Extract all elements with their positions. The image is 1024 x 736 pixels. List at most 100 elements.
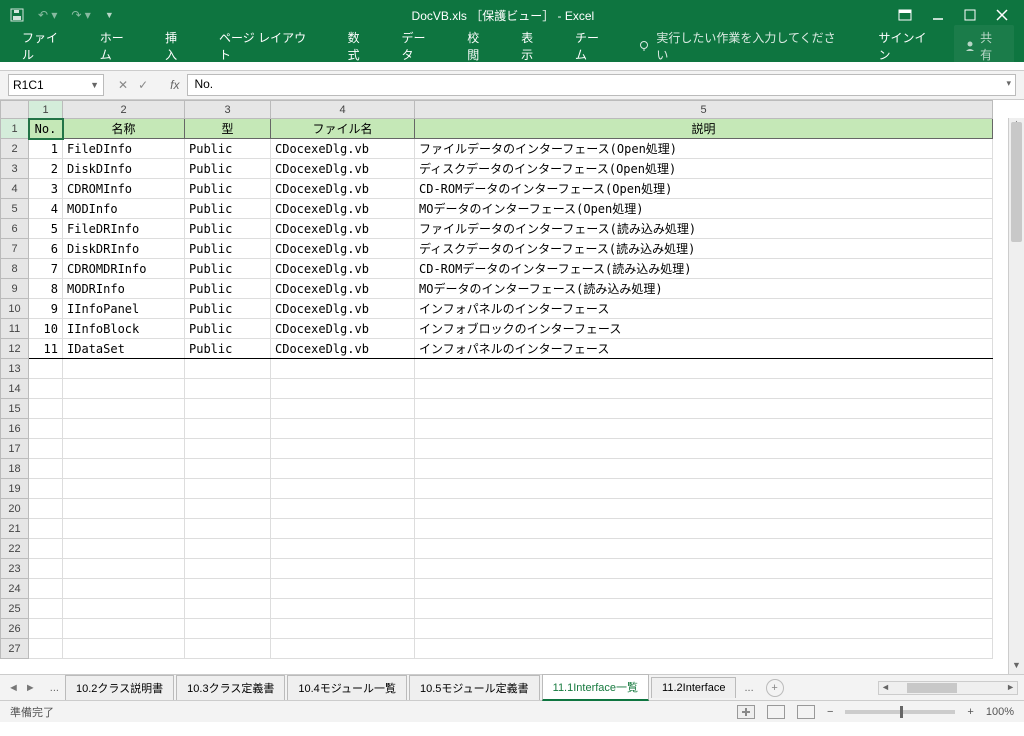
row-header[interactable]: 4 — [1, 179, 29, 199]
cell[interactable] — [415, 619, 993, 639]
cell[interactable]: 説明 — [415, 119, 993, 139]
tab-home[interactable]: ホーム — [88, 23, 147, 69]
cell[interactable] — [29, 519, 63, 539]
cell[interactable] — [63, 539, 185, 559]
cell[interactable]: Public — [185, 159, 271, 179]
signin-link[interactable]: サインイン — [869, 29, 949, 63]
tab-data[interactable]: データ — [389, 23, 449, 69]
cell[interactable]: IInfoPanel — [63, 299, 185, 319]
cell[interactable]: DiskDRInfo — [63, 239, 185, 259]
row-header[interactable]: 9 — [1, 279, 29, 299]
cell[interactable]: 名称 — [63, 119, 185, 139]
cell[interactable]: FileDRInfo — [63, 219, 185, 239]
cell[interactable] — [415, 599, 993, 619]
cell[interactable] — [271, 479, 415, 499]
tab-review[interactable]: 校閲 — [455, 23, 503, 69]
cell[interactable] — [63, 479, 185, 499]
zoom-in-button[interactable]: + — [967, 706, 973, 718]
more-sheets-left[interactable]: ... — [44, 682, 65, 694]
spreadsheet-grid[interactable]: 123451No.名称型ファイル名説明21FileDInfoPublicCDoc… — [0, 100, 1024, 674]
cell[interactable] — [29, 479, 63, 499]
cell[interactable]: CDocexeDlg.vb — [271, 199, 415, 219]
cell[interactable] — [415, 399, 993, 419]
row-header[interactable]: 6 — [1, 219, 29, 239]
row-header[interactable]: 18 — [1, 459, 29, 479]
cell[interactable] — [29, 359, 63, 379]
scroll-down-icon[interactable]: ▼ — [1009, 660, 1024, 674]
cell[interactable] — [29, 599, 63, 619]
cell[interactable]: CDROMDRInfo — [63, 259, 185, 279]
redo-icon[interactable]: ↷ ▾ — [71, 8, 90, 22]
cell[interactable] — [271, 459, 415, 479]
cell[interactable]: 2 — [29, 159, 63, 179]
cell[interactable] — [63, 519, 185, 539]
scroll-left-icon[interactable]: ◄ — [881, 682, 890, 692]
cell[interactable]: IInfoBlock — [63, 319, 185, 339]
enter-formula-icon[interactable]: ✓ — [138, 78, 148, 92]
cell[interactable]: CDocexeDlg.vb — [271, 239, 415, 259]
cell[interactable]: インフォブロックのインターフェース — [415, 319, 993, 339]
cell[interactable]: Public — [185, 179, 271, 199]
col-header[interactable]: 5 — [415, 101, 993, 119]
cell[interactable]: CDocexeDlg.vb — [271, 159, 415, 179]
cell[interactable]: MODRInfo — [63, 279, 185, 299]
share-button[interactable]: 共有 — [954, 25, 1014, 67]
cell[interactable] — [271, 399, 415, 419]
cell[interactable]: DiskDInfo — [63, 159, 185, 179]
cell[interactable] — [185, 439, 271, 459]
cell[interactable]: ディスクデータのインターフェース(Open処理) — [415, 159, 993, 179]
cell[interactable]: CDocexeDlg.vb — [271, 279, 415, 299]
cell[interactable]: Public — [185, 259, 271, 279]
row-header[interactable]: 13 — [1, 359, 29, 379]
sheet-tab-5[interactable]: 11.1Interface一覧 — [542, 674, 649, 701]
cell[interactable] — [185, 399, 271, 419]
vertical-scrollbar[interactable]: ▲ ▼ — [1008, 118, 1024, 674]
cell[interactable]: Public — [185, 319, 271, 339]
cell[interactable]: CDocexeDlg.vb — [271, 139, 415, 159]
cell[interactable] — [29, 399, 63, 419]
cell[interactable] — [185, 519, 271, 539]
cell[interactable] — [415, 519, 993, 539]
row-header[interactable]: 20 — [1, 499, 29, 519]
sheet-tab-3[interactable]: 10.4モジュール一覧 — [287, 675, 407, 700]
row-header[interactable]: 1 — [1, 119, 29, 139]
cell[interactable]: Public — [185, 299, 271, 319]
cell[interactable]: Public — [185, 239, 271, 259]
col-header[interactable]: 2 — [63, 101, 185, 119]
cell[interactable] — [63, 459, 185, 479]
cell[interactable]: Public — [185, 279, 271, 299]
row-header[interactable]: 21 — [1, 519, 29, 539]
cell[interactable] — [415, 379, 993, 399]
cell[interactable]: Public — [185, 219, 271, 239]
cell[interactable] — [271, 359, 415, 379]
cell[interactable]: CDocexeDlg.vb — [271, 339, 415, 359]
cell[interactable]: ファイルデータのインターフェース(Open処理) — [415, 139, 993, 159]
cell[interactable]: 7 — [29, 259, 63, 279]
col-header[interactable]: 3 — [185, 101, 271, 119]
formula-input[interactable]: No. ▾ — [187, 74, 1016, 96]
cell[interactable] — [185, 459, 271, 479]
cell[interactable] — [271, 619, 415, 639]
cell[interactable]: インフォパネルのインターフェース — [415, 339, 993, 359]
cell[interactable]: 6 — [29, 239, 63, 259]
row-header[interactable]: 23 — [1, 559, 29, 579]
close-icon[interactable] — [996, 9, 1008, 21]
cell[interactable]: Public — [185, 199, 271, 219]
cell[interactable] — [185, 359, 271, 379]
cell[interactable]: Public — [185, 139, 271, 159]
row-header[interactable]: 8 — [1, 259, 29, 279]
tell-me-search[interactable]: 実行したい作業を入力してください — [628, 29, 856, 63]
ribbon-display-icon[interactable] — [898, 9, 912, 21]
cell[interactable] — [185, 499, 271, 519]
minimize-icon[interactable] — [932, 9, 944, 21]
zoom-out-button[interactable]: − — [827, 706, 833, 718]
cell[interactable]: ファイル名 — [271, 119, 415, 139]
cell[interactable] — [271, 599, 415, 619]
cell[interactable]: IDataSet — [63, 339, 185, 359]
horizontal-scrollbar[interactable]: ◄ ► — [878, 681, 1018, 695]
h-scrollbar-thumb[interactable] — [907, 683, 957, 693]
row-header[interactable]: 19 — [1, 479, 29, 499]
cell[interactable] — [29, 639, 63, 659]
sheet-tab-6[interactable]: 11.2Interface — [651, 677, 736, 698]
cell[interactable]: FileDInfo — [63, 139, 185, 159]
